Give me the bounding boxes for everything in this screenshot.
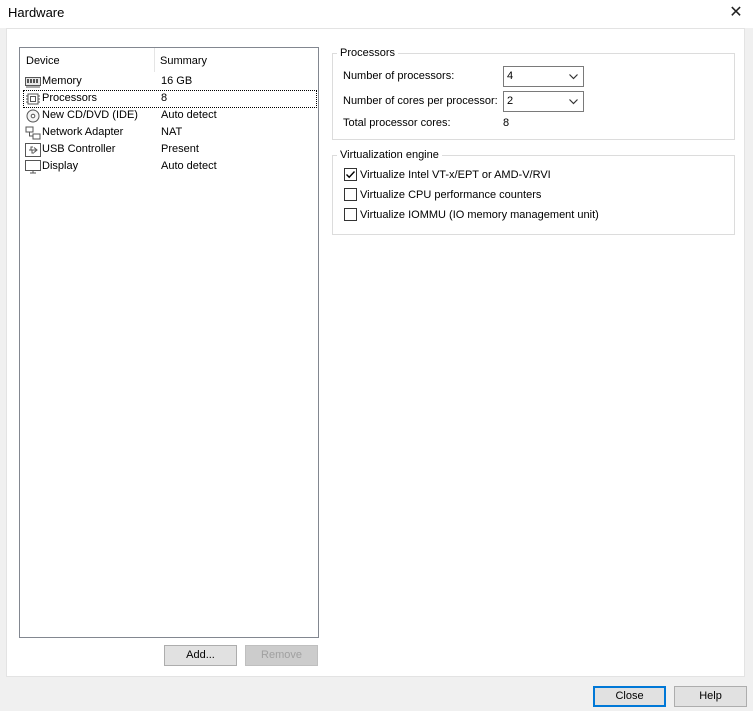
processors-group-title: Processors: [337, 47, 399, 59]
virtualization-group-title: Virtualization engine: [337, 149, 442, 161]
close-window-icon[interactable]: ✕: [725, 2, 747, 24]
iommu-checkbox[interactable]: [344, 208, 357, 221]
device-summary: Auto detect: [161, 160, 217, 172]
device-row-processors[interactable]: Processors 8: [23, 90, 317, 108]
device-name: New CD/DVD (IDE): [42, 109, 138, 121]
column-header-summary[interactable]: Summary: [160, 55, 207, 67]
num-processors-label: Number of processors:: [343, 70, 455, 82]
cores-per-processor-select[interactable]: 2: [503, 91, 584, 112]
device-summary: 8: [161, 92, 168, 104]
num-processors-value: 4: [507, 70, 514, 82]
num-processors-select[interactable]: 4: [503, 66, 584, 87]
cores-per-processor-value: 2: [507, 95, 514, 107]
checkmark-icon: [346, 171, 356, 179]
column-header-device[interactable]: Device: [26, 55, 60, 67]
device-name: USB Controller: [42, 143, 116, 155]
device-name: Network Adapter: [42, 126, 124, 138]
device-row-memory[interactable]: Memory 16 GB: [24, 74, 316, 90]
remove-button[interactable]: Remove: [245, 645, 318, 666]
total-cores-label: Total processor cores:: [343, 117, 451, 129]
device-row-network-adapter[interactable]: Network Adapter NAT: [24, 125, 316, 141]
window-title: Hardware: [8, 5, 65, 20]
device-row-cd-dvd[interactable]: New CD/DVD (IDE) Auto detect: [24, 108, 316, 124]
vt-x-checkbox[interactable]: [344, 168, 357, 181]
chevron-down-icon: [569, 99, 578, 105]
cpu-perf-counters-checkbox[interactable]: [344, 188, 357, 201]
cd-dvd-icon: [26, 109, 40, 123]
add-button[interactable]: Add...: [164, 645, 237, 666]
iommu-label[interactable]: Virtualize IOMMU (IO memory management u…: [360, 209, 599, 221]
device-name: Memory: [42, 75, 82, 87]
vt-x-label[interactable]: Virtualize Intel VT-x/EPT or AMD-V/RVI: [360, 169, 551, 181]
column-divider[interactable]: [154, 48, 155, 72]
usb-icon: [25, 143, 41, 157]
device-name: Display: [42, 160, 79, 172]
cores-per-processor-label: Number of cores per processor:: [343, 95, 498, 107]
total-cores-value: 8: [503, 117, 510, 129]
device-summary: 16 GB: [161, 75, 193, 87]
device-summary: NAT: [161, 126, 183, 138]
device-row-usb-controller[interactable]: USB Controller Present: [24, 142, 316, 158]
device-summary: Present: [161, 143, 199, 155]
device-summary: Auto detect: [161, 109, 217, 121]
device-name: Processors: [42, 92, 98, 104]
memory-icon: [25, 77, 41, 88]
title-bar: Hardware ✕: [0, 0, 753, 28]
processor-icon: [26, 93, 40, 105]
network-icon: [25, 126, 41, 140]
device-list[interactable]: Device Summary Memory 16 GB Processors 8…: [19, 47, 319, 638]
device-row-display[interactable]: Display Auto detect: [24, 159, 316, 175]
close-button[interactable]: Close: [593, 686, 666, 707]
cpu-perf-counters-label[interactable]: Virtualize CPU performance counters: [360, 189, 541, 201]
chevron-down-icon: [569, 74, 578, 80]
display-icon: [25, 160, 41, 174]
help-button[interactable]: Help: [674, 686, 747, 707]
